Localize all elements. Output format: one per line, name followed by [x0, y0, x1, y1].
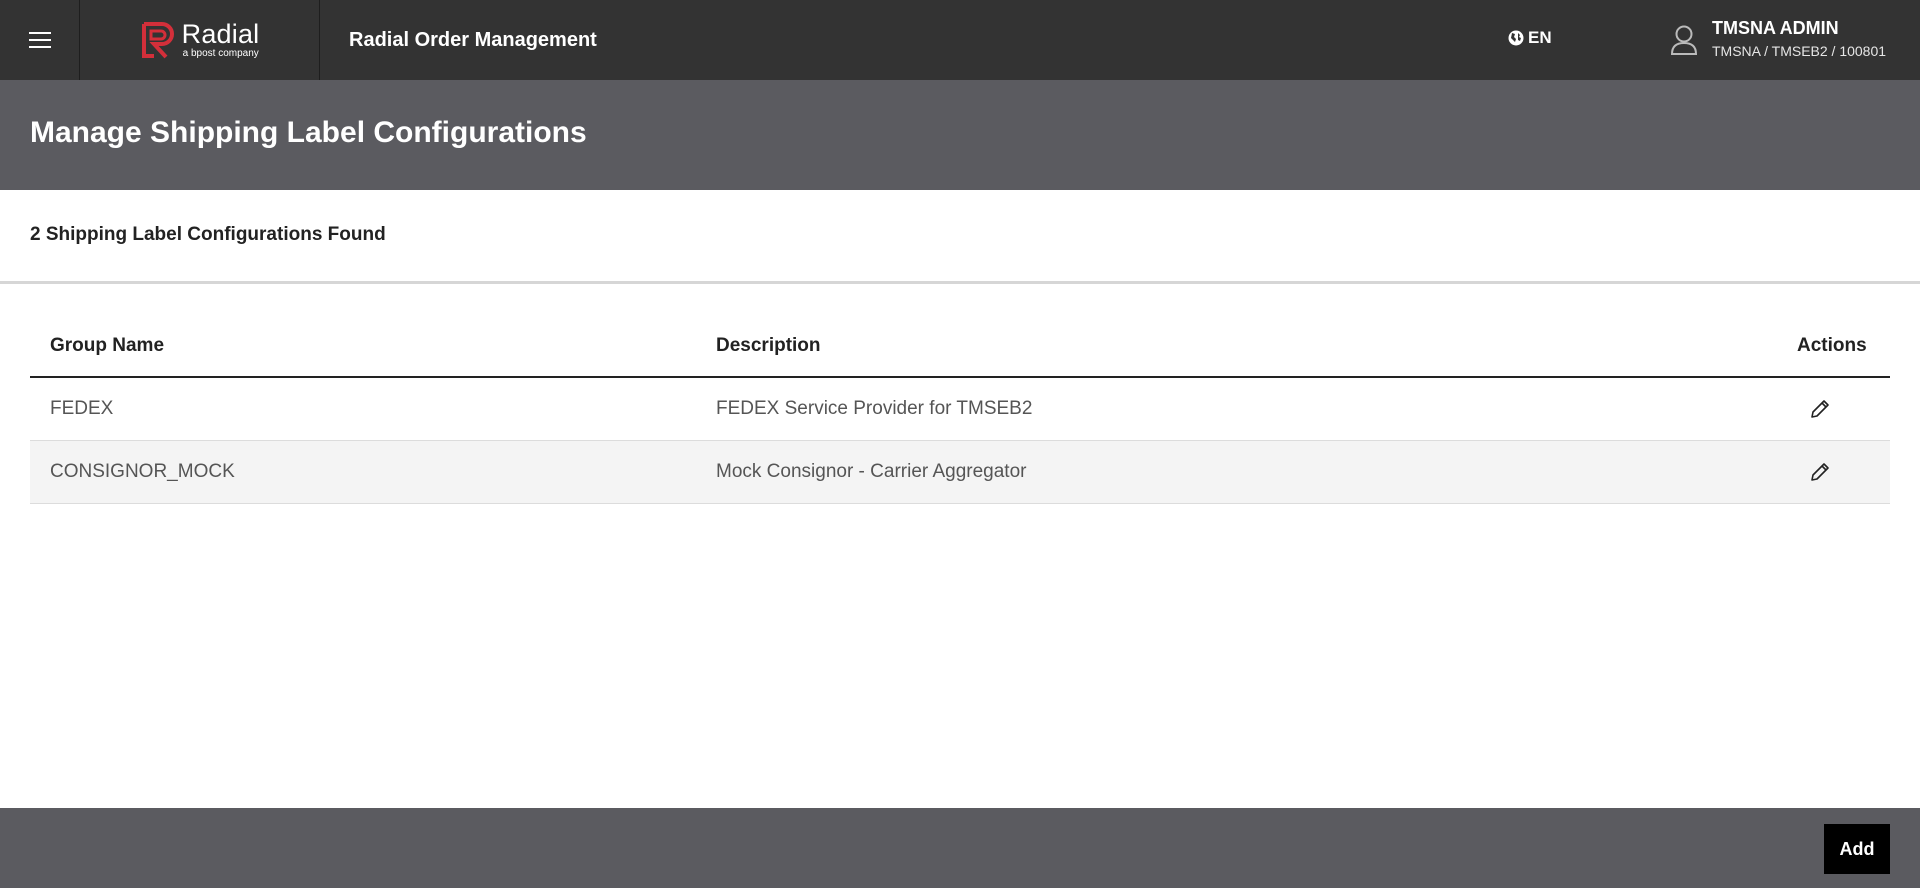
column-header-actions: Actions: [1797, 335, 1867, 356]
logo-name: Radial: [181, 19, 260, 49]
user-icon[interactable]: [1670, 24, 1698, 56]
table-header: Group Name Description Actions: [30, 316, 1890, 378]
edit-button[interactable]: [1807, 396, 1833, 422]
edit-button[interactable]: [1807, 459, 1833, 485]
globe-icon: [1508, 30, 1524, 46]
top-navigation-bar: Radial a bpost company Radial Order Mana…: [0, 0, 1920, 80]
language-selector[interactable]: EN: [1508, 28, 1552, 48]
page-title: Manage Shipping Label Configurations: [30, 116, 587, 149]
radial-logo[interactable]: Radial a bpost company: [80, 0, 320, 80]
page-header: Manage Shipping Label Configurations: [0, 80, 1920, 190]
group-name-cell: CONSIGNOR_MOCK: [50, 461, 235, 482]
user-name: TMSNA ADMIN: [1712, 18, 1839, 38]
table-row: FEDEX FEDEX Service Provider for TMSEB2: [30, 378, 1890, 441]
app-title: Radial Order Management: [349, 28, 597, 51]
description-cell: FEDEX Service Provider for TMSEB2: [716, 398, 1033, 419]
description-cell: Mock Consignor - Carrier Aggregator: [716, 461, 1027, 482]
column-header-description: Description: [716, 335, 821, 356]
result-count: 2 Shipping Label Configurations Found: [30, 224, 386, 245]
logo-tagline: a bpost company: [182, 48, 259, 59]
language-label: EN: [1528, 28, 1552, 47]
hamburger-icon: [28, 32, 51, 48]
column-header-group-name: Group Name: [50, 335, 165, 356]
footer-action-bar: Add: [0, 808, 1920, 888]
radial-logo-mark-icon: [141, 22, 174, 59]
pencil-icon: [1811, 463, 1829, 481]
pencil-icon: [1811, 400, 1829, 418]
menu-button[interactable]: [0, 0, 80, 80]
add-button[interactable]: Add: [1824, 824, 1890, 874]
group-name-cell: FEDEX: [50, 398, 114, 419]
table-row: CONSIGNOR_MOCK Mock Consignor - Carrier …: [30, 441, 1890, 504]
shipping-label-config-table: Group Name Description Actions FEDEX FED…: [30, 316, 1890, 504]
user-context: TMSNA / TMSEB2 / 100801: [1712, 43, 1887, 59]
result-count-bar: 2 Shipping Label Configurations Found: [0, 190, 1920, 284]
user-info[interactable]: TMSNA ADMIN TMSNA / TMSEB2 / 100801: [1712, 17, 1886, 61]
